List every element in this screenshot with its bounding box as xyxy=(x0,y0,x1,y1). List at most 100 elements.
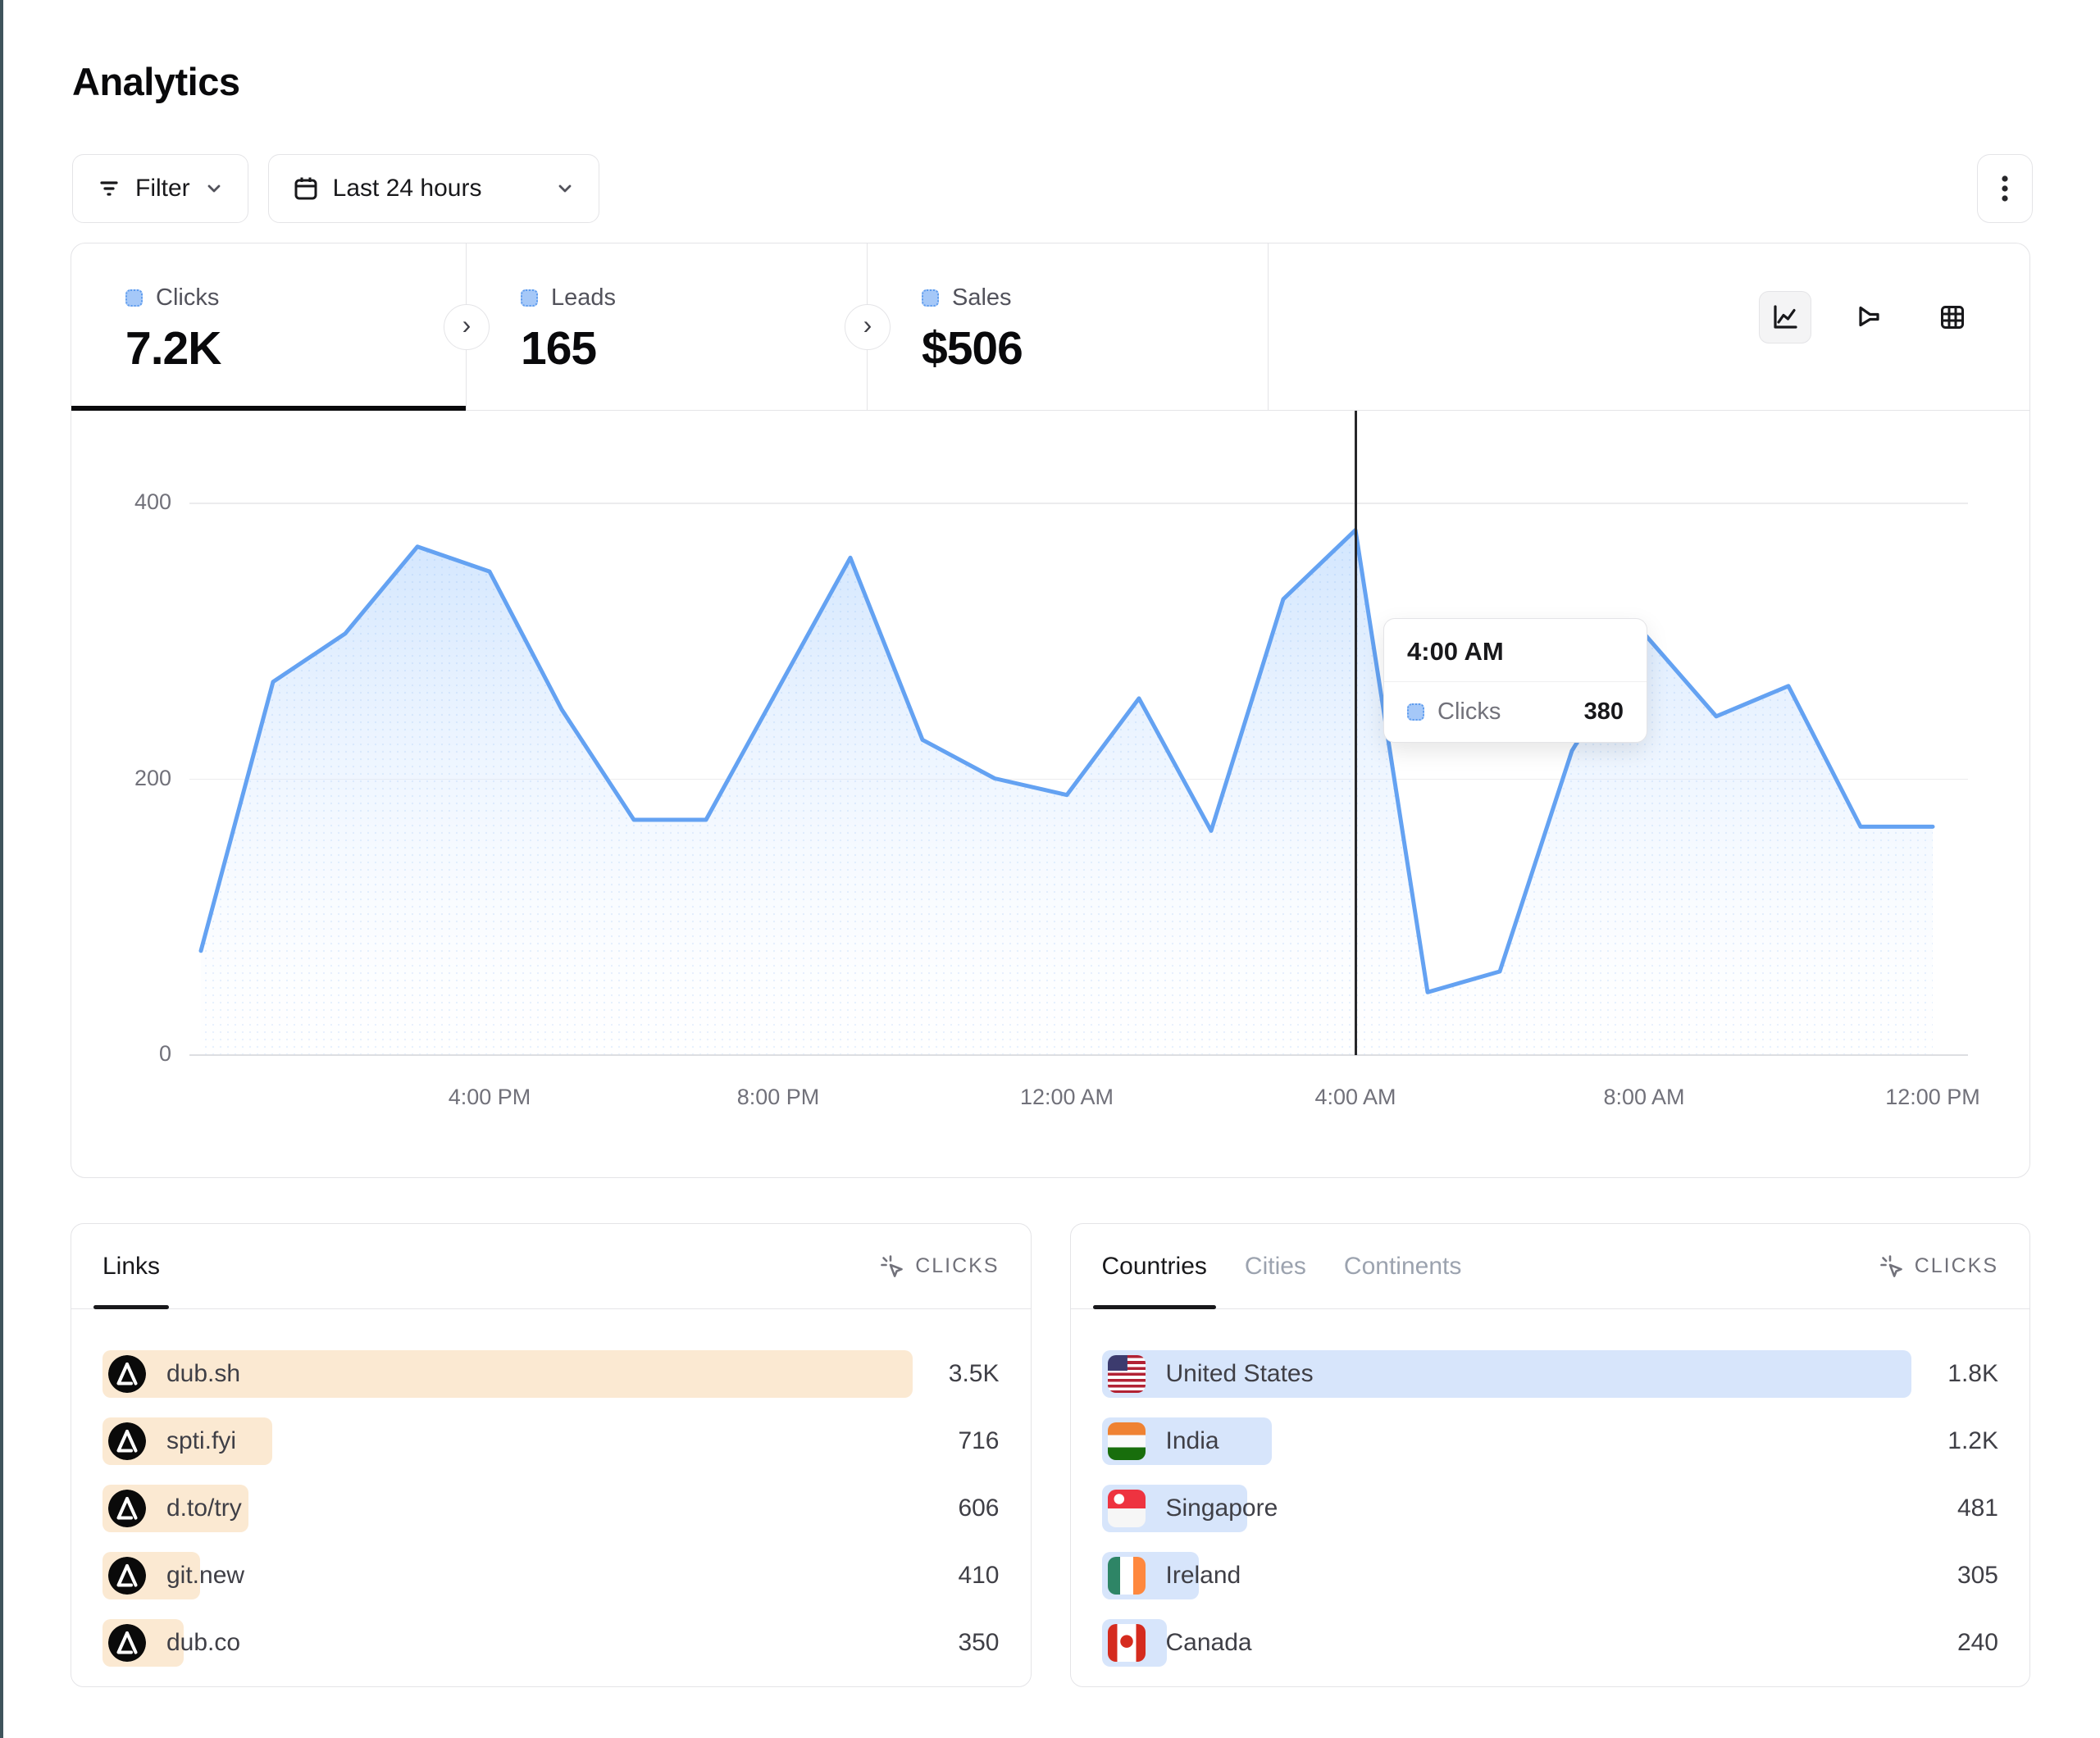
dub-logo-icon xyxy=(108,1624,146,1662)
countries-metric[interactable]: CLICKS xyxy=(1879,1224,1998,1308)
list-item-label: dub.sh xyxy=(166,1360,240,1388)
list-item[interactable]: Singapore 481 xyxy=(1102,1485,1999,1532)
tab-countries[interactable]: Countries xyxy=(1102,1224,1207,1308)
dub-logo-icon xyxy=(108,1355,146,1393)
y-tick-label: 0 xyxy=(71,1041,171,1067)
countries-panel-tabs: Countries Cities Continents xyxy=(1102,1224,1462,1308)
tab-cities[interactable]: Cities xyxy=(1245,1224,1306,1308)
list-item[interactable]: Canada 240 xyxy=(1102,1619,1999,1667)
links-panel-tabs: Links xyxy=(102,1224,160,1308)
line-chart-view-button[interactable] xyxy=(1759,291,1811,344)
list-item[interactable]: Ireland 305 xyxy=(1102,1552,1999,1599)
chevron-down-icon xyxy=(203,178,225,199)
list-item[interactable]: dub.co 350 xyxy=(102,1619,1000,1667)
tab-links[interactable]: Links xyxy=(102,1224,160,1308)
filter-button[interactable]: Filter xyxy=(72,154,248,223)
list-item[interactable]: spti.fyi 716 xyxy=(102,1417,1000,1465)
table-view-button[interactable] xyxy=(1926,291,1979,344)
tab-continents[interactable]: Continents xyxy=(1344,1224,1461,1308)
dub-logo-icon xyxy=(108,1557,146,1595)
list-item[interactable]: India 1.2K xyxy=(1102,1417,1999,1465)
x-tick-label: 12:00 AM xyxy=(1020,1085,1114,1110)
list-item[interactable]: d.to/try 606 xyxy=(102,1485,1000,1532)
links-panel: Links CLICKS dub.sh 3.5K spti.fyi 716 d.… xyxy=(71,1223,1032,1687)
sales-legend-swatch xyxy=(922,289,939,307)
x-tick-label: 8:00 PM xyxy=(737,1085,820,1110)
in-flag-icon xyxy=(1108,1422,1146,1460)
x-tick-label: 8:00 AM xyxy=(1603,1085,1684,1110)
dub-logo-icon xyxy=(108,1355,146,1393)
chart-crosshair xyxy=(1355,411,1357,1055)
stat-label: Sales xyxy=(952,284,1012,312)
analytics-chart-card: Clicks 7.2K Leads 165 Sales $506 › › xyxy=(71,243,2030,1178)
toolbar: Filter Last 24 hours xyxy=(72,154,2033,223)
list-item-value: 3.5K xyxy=(924,1360,1000,1388)
list-item-value: 1.8K xyxy=(1923,1360,1998,1388)
cursor-click-icon xyxy=(1879,1253,1905,1280)
dub-logo-icon xyxy=(108,1490,146,1527)
tooltip-value: 380 xyxy=(1584,698,1624,726)
tooltip-series-label: Clicks xyxy=(1437,698,1501,726)
tab-clicks[interactable]: Clicks 7.2K xyxy=(71,243,467,410)
cursor-click-icon xyxy=(879,1253,905,1280)
list-item-label: India xyxy=(1166,1427,1219,1455)
list-item[interactable]: dub.sh 3.5K xyxy=(102,1350,1000,1398)
stat-value: 7.2K xyxy=(125,321,466,375)
date-range-button[interactable]: Last 24 hours xyxy=(268,154,599,223)
links-list: dub.sh 3.5K spti.fyi 716 d.to/try 606 gi… xyxy=(71,1309,1031,1667)
filter-button-label: Filter xyxy=(135,175,190,202)
ie-flag-icon xyxy=(1108,1557,1146,1595)
list-item-label: Ireland xyxy=(1166,1562,1241,1590)
stat-label: Clicks xyxy=(156,284,219,312)
chart-view-controls xyxy=(1759,291,1979,344)
list-item-value: 410 xyxy=(924,1562,1000,1590)
clicks-timeseries-chart[interactable]: 4002000 4:00 AM Clicks 380 xyxy=(71,411,2029,1176)
list-item-value: 240 xyxy=(1923,1629,1998,1657)
tab-leads[interactable]: Leads 165 xyxy=(467,243,868,410)
stats-row: Clicks 7.2K Leads 165 Sales $506 › › xyxy=(71,243,2029,411)
x-tick-label: 4:00 PM xyxy=(449,1085,531,1110)
more-menu-button[interactable] xyxy=(1977,154,2033,223)
list-item-label: spti.fyi xyxy=(166,1427,236,1455)
area-series xyxy=(189,411,1969,1055)
links-metric[interactable]: CLICKS xyxy=(879,1224,999,1308)
list-item-value: 1.2K xyxy=(1923,1427,1998,1455)
list-item[interactable]: United States 1.8K xyxy=(1102,1350,1999,1398)
list-item-label: git.new xyxy=(166,1562,244,1590)
list-item-value: 481 xyxy=(1923,1495,1998,1522)
list-item-value: 716 xyxy=(924,1427,1000,1455)
tooltip-time: 4:00 AM xyxy=(1384,619,1647,682)
list-item-label: dub.co xyxy=(166,1629,240,1657)
funnel-chart-icon xyxy=(1852,301,1885,334)
x-tick-label: 12:00 PM xyxy=(1885,1085,1980,1110)
clicks-legend-swatch xyxy=(125,289,143,307)
list-item-label: d.to/try xyxy=(166,1495,242,1522)
page-title: Analytics xyxy=(72,59,239,104)
funnel-view-button[interactable] xyxy=(1843,291,1895,344)
x-tick-label: 4:00 AM xyxy=(1314,1085,1396,1110)
list-item-label: Singapore xyxy=(1166,1495,1278,1522)
table-grid-icon xyxy=(1936,301,1969,334)
list-item-label: Canada xyxy=(1166,1629,1252,1657)
filter-icon xyxy=(96,175,122,202)
tab-sales[interactable]: Sales $506 xyxy=(868,243,1269,410)
dub-logo-icon xyxy=(108,1490,146,1527)
list-item-value: 305 xyxy=(1923,1562,1998,1590)
countries-panel: Countries Cities Continents CLICKS United … xyxy=(1070,1223,2031,1687)
us-flag-icon xyxy=(1108,1355,1146,1393)
stat-value: $506 xyxy=(922,321,1268,375)
links-panel-header: Links CLICKS xyxy=(71,1224,1031,1309)
expand-leads-chevron-button[interactable]: › xyxy=(845,304,891,350)
countries-list: United States 1.8K India 1.2K Singapore … xyxy=(1071,1309,2030,1667)
list-item[interactable]: git.new 410 xyxy=(102,1552,1000,1599)
date-range-label: Last 24 hours xyxy=(333,175,482,202)
calendar-icon xyxy=(292,175,320,202)
list-item-value: 606 xyxy=(924,1495,1000,1522)
expand-clicks-chevron-button[interactable]: › xyxy=(444,304,490,350)
list-item-label: United States xyxy=(1166,1360,1314,1388)
list-item-value: 350 xyxy=(924,1629,1000,1657)
chart-tooltip: 4:00 AM Clicks 380 xyxy=(1383,618,1647,743)
line-chart-icon xyxy=(1769,301,1802,334)
window-left-edge xyxy=(0,0,3,1738)
countries-panel-header: Countries Cities Continents CLICKS xyxy=(1071,1224,2030,1309)
